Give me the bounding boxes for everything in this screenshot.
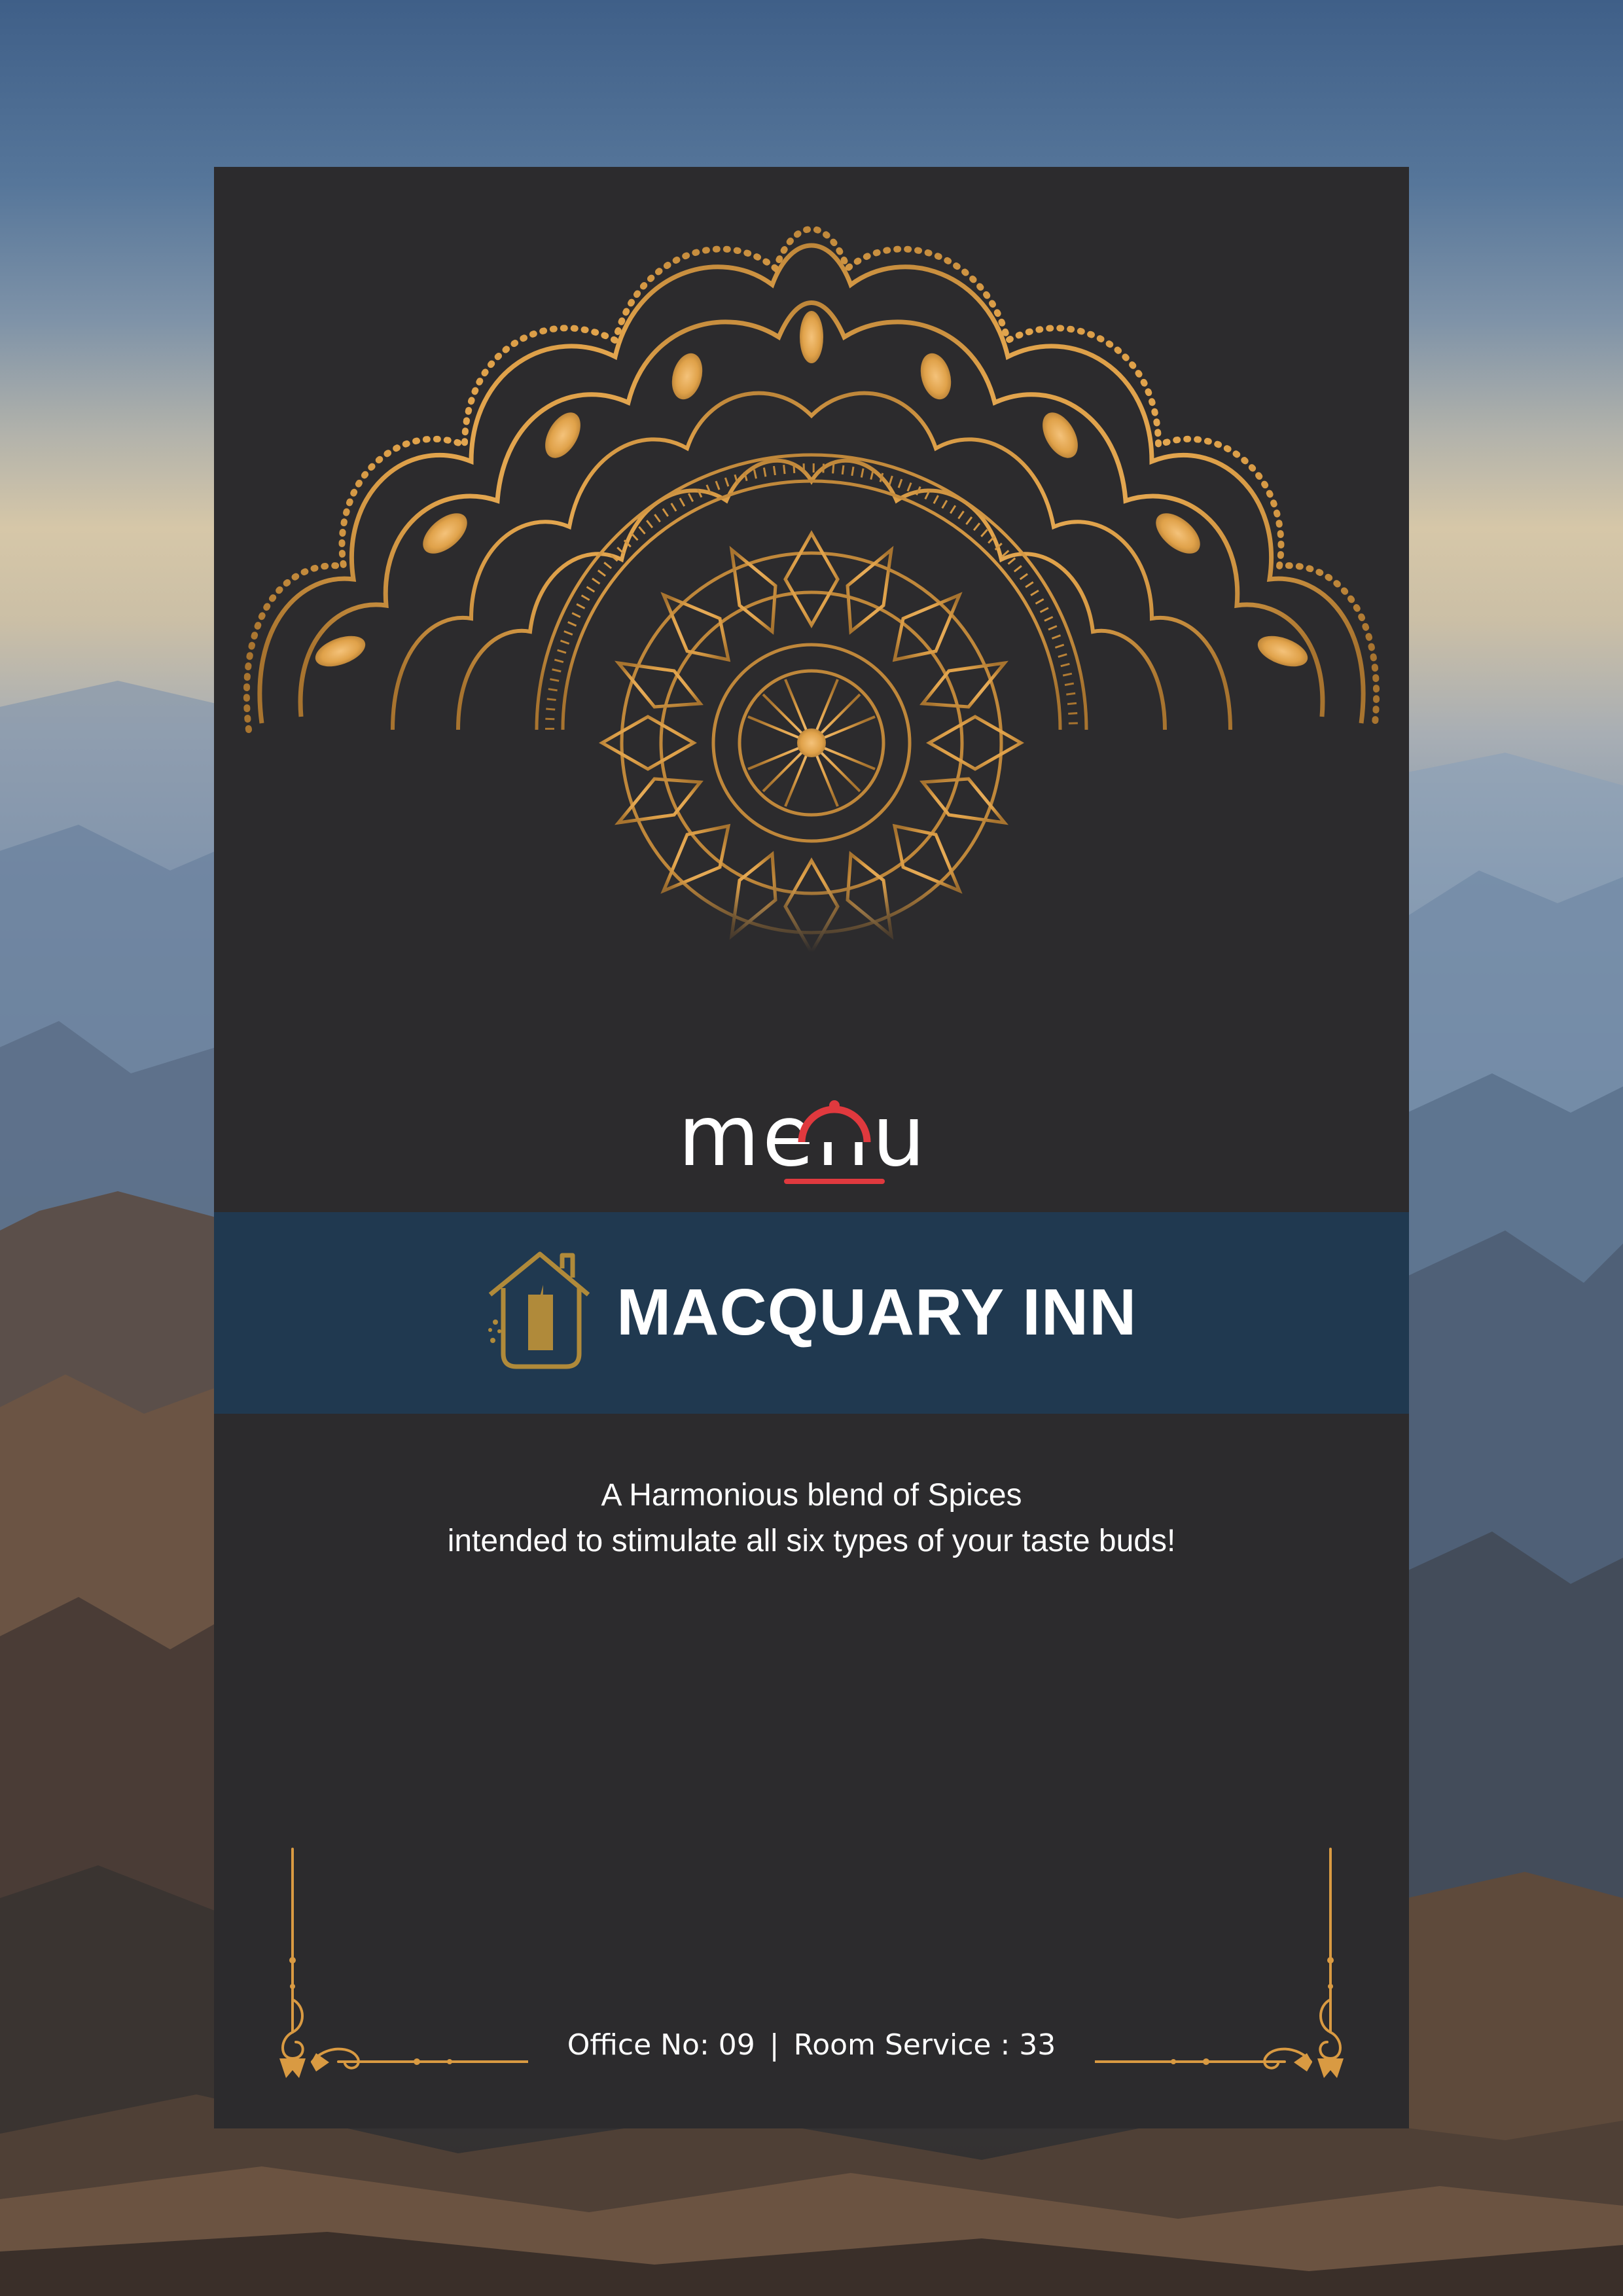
menu-card: menu MACQUARY INN A Harmonious b <box>214 167 1409 2128</box>
gold-half-mandala-icon <box>214 226 1409 952</box>
contact-line: Office No: 09 | Room Service : 33 <box>214 2026 1409 2065</box>
contact-separator: | <box>769 2028 779 2062</box>
room-service-number: Room Service : 33 <box>793 2028 1056 2062</box>
house-logo-icon <box>488 1251 590 1369</box>
brand-name: MACQUARY INN <box>616 1276 1137 1349</box>
brand-band: MACQUARY INN <box>214 1212 1409 1414</box>
tagline-line-1: A Harmonious blend of Spices <box>601 1478 1022 1513</box>
office-number: Office No: 09 <box>567 2028 755 2062</box>
tagline-line-2: intended to stimulate all six types of y… <box>447 1524 1176 1558</box>
tagline: A Harmonious blend of Spices intended to… <box>214 1473 1409 1564</box>
menu-logo: menu <box>678 1088 925 1185</box>
